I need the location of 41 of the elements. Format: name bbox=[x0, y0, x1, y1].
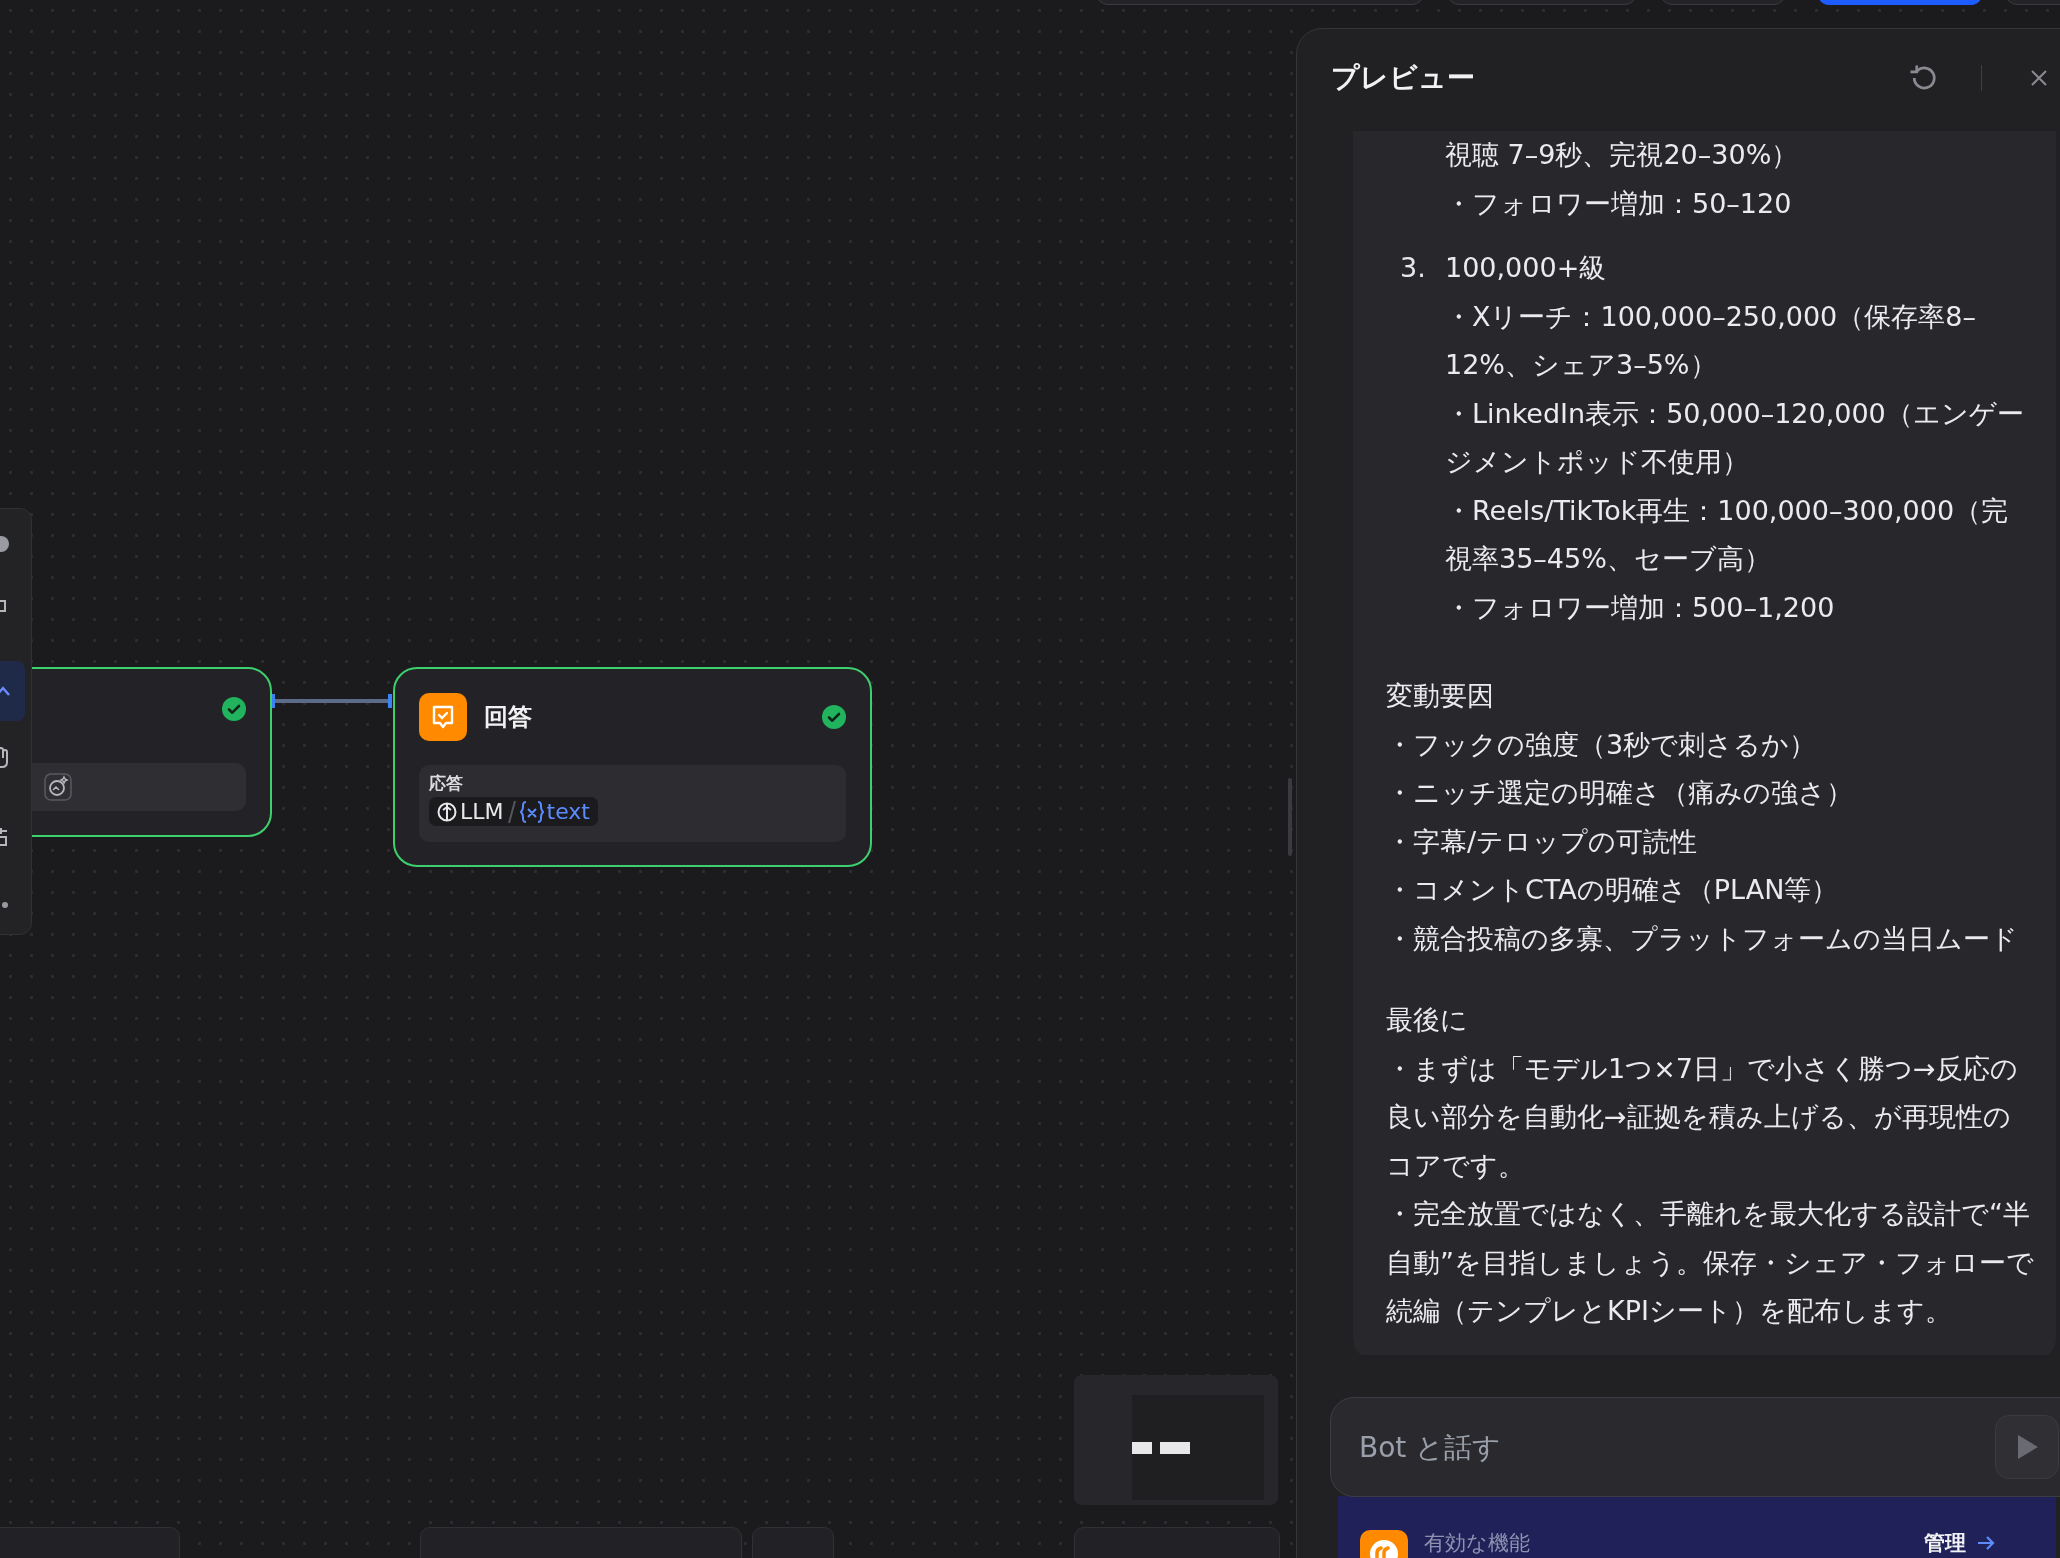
message-text: ・まずは「モデル1つ×7日」で小さく勝つ→反応の良い部分を自動化→証拠を積み上げる、が再現性のコアです。 bbox=[1386, 1051, 2019, 1183]
panel-title: プレビュー bbox=[1331, 60, 1476, 96]
message-text: ・Xリーチ：100,000–250,000（保存率8–12%、シェア3–5%） bbox=[1445, 299, 1977, 382]
message-text: ・競合投稿の多寡、プラットフォームの当日ムード bbox=[1386, 921, 2019, 956]
message-input[interactable]: Bot と話す bbox=[1330, 1397, 2060, 1497]
tool-button[interactable] bbox=[0, 661, 25, 721]
node-title: 回答 bbox=[484, 702, 533, 733]
message-field[interactable]: Bot と話す bbox=[1357, 1429, 1995, 1465]
separator-icon bbox=[506, 799, 517, 824]
list-number: 3. bbox=[1399, 251, 1427, 285]
minimap[interactable] bbox=[1074, 1375, 1278, 1505]
close-icon[interactable] bbox=[2029, 68, 2049, 88]
message-text: ・フックの強度（3秒で刺さるか） bbox=[1386, 727, 1818, 762]
message-text: ・フォロワー増加：500–1,200 bbox=[1445, 590, 1836, 625]
message-text: ・字幕/テロップの可読性 bbox=[1386, 824, 1699, 859]
send-button[interactable] bbox=[1995, 1415, 2059, 1479]
features-label: 有効な機能 bbox=[1424, 1530, 1531, 1557]
section-heading: 最後に bbox=[1386, 1003, 1469, 1037]
message-text: ・ニッチ選定の明確さ（痛みの強さ） bbox=[1386, 776, 1854, 810]
variable-tag[interactable]: LLM text bbox=[429, 797, 598, 826]
variable-name: text bbox=[546, 799, 590, 824]
resize-handle[interactable] bbox=[1288, 778, 1292, 856]
list-item-title: 100,000+級 bbox=[1445, 251, 1608, 285]
workflow-node[interactable]: 回答 応答 LLM text bbox=[393, 667, 872, 867]
message-text: ・Reels/TikTok再生：100,000–300,000（完視率35–45%、セーブ高） bbox=[1445, 493, 2010, 576]
send-icon bbox=[2016, 1434, 2038, 1460]
section-heading: 変動要因 bbox=[1386, 679, 1495, 713]
minimap-node bbox=[1132, 1441, 1152, 1454]
dot-icon[interactable] bbox=[1, 901, 9, 909]
message-text: ・LinkedIn表示：50,000–120,000（エンゲージメントポッド不使用） bbox=[1445, 396, 2025, 479]
message-text: ・フォロワー増加：50–120 bbox=[1444, 186, 1793, 221]
message-text: ・完全放置ではなく、手離れを最大化する設計で“半自動”を目指しましょう。保存・シェア・フォローで続編（テンプレとKPIシート）を配布します。 bbox=[1386, 1197, 2034, 1328]
message-text: ・コメントCTAの明確さ（PLAN等） bbox=[1386, 873, 1840, 907]
message-text: 視聴 7–9秒、完視20–30%） bbox=[1444, 138, 1800, 172]
manage-link[interactable]: 管理 bbox=[1924, 1529, 1996, 1557]
image-icon bbox=[44, 773, 72, 801]
variable-icon bbox=[519, 799, 544, 824]
reply-icon bbox=[419, 693, 467, 741]
field-label: 応答 bbox=[429, 773, 464, 793]
minimap-node bbox=[1160, 1441, 1190, 1454]
source-name: LLM bbox=[460, 799, 504, 824]
